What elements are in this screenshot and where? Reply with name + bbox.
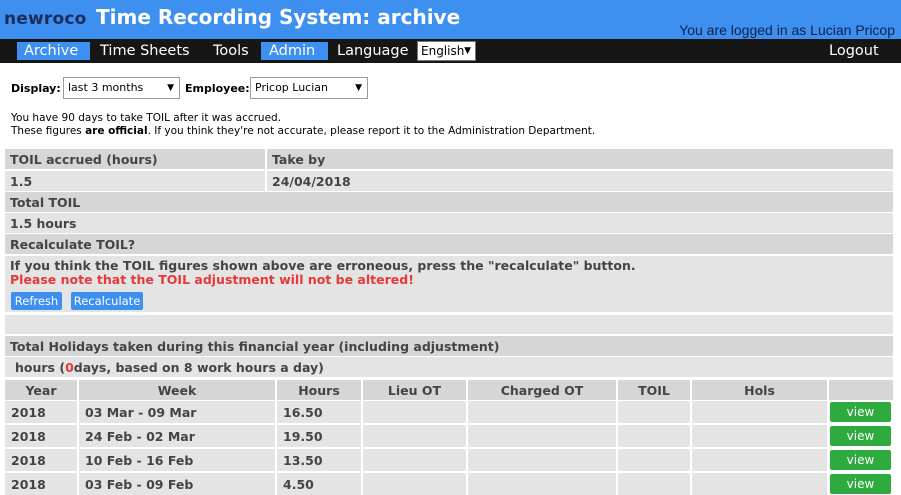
total-toil-value-row: 1.5 hours (5, 213, 893, 233)
chevron-down-icon: ▼ (167, 83, 174, 93)
table-cell-lieu-ot (363, 449, 466, 471)
official-info-post: . If you think they're not accurate, ple… (147, 125, 596, 137)
column-header-year: Year (5, 380, 77, 400)
display-select[interactable]: last 3 months ▼ (63, 77, 180, 99)
company-logo: newroco (4, 9, 87, 29)
recalculate-button[interactable]: Recalculate (71, 292, 143, 310)
table-cell-year: 2018 (5, 473, 77, 495)
take-by-value: 24/04/2018 (272, 173, 351, 189)
holidays-value-row: hours (0 days, based on 8 work hours a d… (5, 357, 893, 377)
refresh-button[interactable]: Refresh (11, 292, 62, 310)
total-toil-value: 1.5 hours (10, 215, 77, 231)
column-header-action (829, 380, 893, 400)
view-week-button[interactable]: view (830, 450, 891, 470)
total-toil-header: Total TOIL (10, 194, 81, 210)
table-cell-lieu-ot (363, 425, 466, 447)
table-cell-year: 2018 (5, 401, 77, 423)
employee-select[interactable]: Pricop Lucian ▼ (250, 77, 368, 99)
table-cell-charged-ot (468, 425, 616, 447)
table-cell-year: 2018 (5, 425, 77, 447)
app-header: newroco Time Recording System: archive Y… (0, 0, 901, 39)
column-header-hours: Hours (277, 380, 361, 400)
table-cell-hours: 16.50 (277, 401, 361, 423)
nav-admin[interactable]: Admin (261, 42, 328, 60)
recalculate-text-row: If you think the TOIL figures shown abov… (5, 256, 893, 290)
nav-tools[interactable]: Tools (211, 42, 251, 60)
table-cell-hours: 13.50 (277, 449, 361, 471)
toil-info-text: You have 90 days to take TOIL after it w… (11, 112, 282, 124)
take-by-header: Take by (272, 151, 326, 167)
language-select[interactable]: English ▼ (417, 41, 476, 61)
table-cell-charged-ot (468, 449, 616, 471)
holidays-hours-pre: hours ( (15, 359, 66, 375)
toil-accrued-header: TOIL accrued (hours) (10, 151, 158, 167)
toil-header-row: TOIL accrued (hours) Take by (5, 149, 893, 169)
nav-language[interactable]: Language (335, 42, 411, 60)
official-info-text: These figures are official. If you think… (11, 125, 595, 137)
recalculate-header-row: Recalculate TOIL? (5, 234, 893, 254)
table-cell-week: 10 Feb - 16 Feb (79, 449, 275, 471)
official-info-pre: These figures (11, 125, 86, 137)
table-cell-charged-ot (468, 401, 616, 423)
logout-link[interactable]: Logout (827, 42, 881, 60)
table-cell-hours: 19.50 (277, 425, 361, 447)
table-cell-year: 2018 (5, 449, 77, 471)
display-select-value: last 3 months (68, 81, 144, 94)
table-cell-week: 03 Feb - 09 Feb (79, 473, 275, 495)
table-cell-toil (618, 473, 690, 495)
holidays-header: Total Holidays taken during this financi… (10, 338, 500, 354)
logged-in-status: You are logged in as Lucian Pricop (679, 22, 895, 38)
table-cell-hols (692, 401, 827, 423)
view-week-button[interactable]: view (830, 474, 891, 494)
holidays-days-value: 0 (65, 359, 74, 375)
official-info-bold: are official (85, 125, 148, 137)
table-cell-week: 24 Feb - 02 Mar (79, 425, 275, 447)
holidays-hours-post: days, based on 8 work hours a day) (73, 359, 324, 375)
table-cell-lieu-ot (363, 473, 466, 495)
table-cell-toil (618, 449, 690, 471)
employee-select-value: Pricop Lucian (255, 81, 328, 94)
view-week-button[interactable]: view (830, 426, 891, 446)
table-cell-hols (692, 449, 827, 471)
nav-archive[interactable]: Archive (17, 42, 90, 60)
toil-value-row: 1.5 24/04/2018 (5, 171, 893, 191)
recalculate-warning: Please note that the TOIL adjustment wil… (10, 272, 414, 287)
recalculate-header: Recalculate TOIL? (10, 236, 136, 252)
table-cell-hols (692, 425, 827, 447)
display-label: Display: (11, 82, 61, 95)
chevron-down-icon: ▼ (355, 83, 362, 93)
recalculate-explanation: If you think the TOIL figures shown abov… (10, 258, 636, 273)
table-cell-week: 03 Mar - 09 Mar (79, 401, 275, 423)
column-header-charged-ot: Charged OT (468, 380, 616, 400)
column-header-hols: Hols (692, 380, 827, 400)
table-cell-toil (618, 425, 690, 447)
toil-accrued-value: 1.5 (10, 173, 33, 189)
table-cell-hours: 4.50 (277, 473, 361, 495)
employee-label: Employee: (185, 82, 250, 95)
column-header-lieu-ot: Lieu OT (363, 380, 466, 400)
chevron-down-icon: ▼ (464, 46, 471, 56)
column-header-toil: TOIL (618, 380, 690, 400)
language-select-value: English (421, 44, 465, 58)
total-toil-header-row: Total TOIL (5, 192, 893, 212)
table-cell-lieu-ot (363, 401, 466, 423)
view-week-button[interactable]: view (830, 402, 891, 422)
nav-time-sheets[interactable]: Time Sheets (98, 42, 192, 60)
page-title: Time Recording System: archive (96, 5, 461, 29)
table-cell-toil (618, 401, 690, 423)
holidays-summary: hours (0 days, based on 8 work hours a d… (10, 357, 324, 377)
holidays-header-row: Total Holidays taken during this financi… (5, 336, 893, 356)
table-cell-hols (692, 473, 827, 495)
spacer-row (5, 315, 893, 334)
column-header-week: Week (79, 380, 275, 400)
table-cell-charged-ot (468, 473, 616, 495)
